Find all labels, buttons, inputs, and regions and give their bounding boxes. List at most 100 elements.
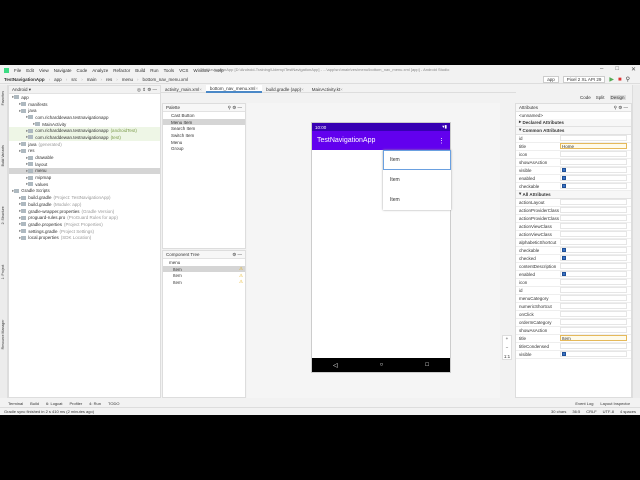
menu-build[interactable]: Build xyxy=(135,68,145,73)
menu-run[interactable]: Run xyxy=(150,68,158,73)
tree-item[interactable]: ▸ mipmap xyxy=(9,174,160,181)
close-tab-icon[interactable]: × xyxy=(340,87,343,92)
tree-item[interactable]: ▸ proguard-rules.pro (ProGuard Rules for … xyxy=(9,214,160,221)
editor-tab[interactable]: bottom_nav_menu.xml × xyxy=(205,85,263,93)
minimize-button[interactable]: – xyxy=(600,66,603,73)
attribute-value-field[interactable] xyxy=(560,255,627,262)
status-eol[interactable]: CRLF xyxy=(586,409,596,414)
attribute-value-field[interactable] xyxy=(560,327,627,334)
warning-icon[interactable]: ⚠ xyxy=(239,266,243,272)
all-attributes-header[interactable]: ▾ All Attributes xyxy=(516,190,631,199)
tree-item[interactable]: ▸ drawable xyxy=(9,154,160,161)
tree-item[interactable]: ▸ MainActivity xyxy=(9,121,160,128)
menu-edit[interactable]: Edit xyxy=(26,68,34,73)
editor-tab[interactable]: activity_main.xml × xyxy=(161,85,206,93)
checkbox[interactable] xyxy=(562,176,566,181)
checkbox[interactable] xyxy=(562,272,566,277)
tree-item[interactable]: ▸ build.gradle (Module: app) xyxy=(9,201,160,208)
tree-item[interactable]: ▸ manifests xyxy=(9,101,160,108)
search-icon[interactable]: ⚲ xyxy=(626,76,630,83)
tree-item[interactable]: ▸ menu xyxy=(9,167,160,175)
attribute-value-field[interactable] xyxy=(560,183,627,190)
project-view-select[interactable]: Android ▾ xyxy=(12,87,31,93)
breadcrumb-item[interactable]: TestNavigationApp xyxy=(4,77,45,82)
view-mode-code[interactable]: Code xyxy=(580,95,591,100)
attribute-value-field[interactable] xyxy=(560,263,627,270)
bottom-tool-build[interactable]: Build xyxy=(30,401,39,406)
checkbox[interactable] xyxy=(562,248,566,253)
menu-code[interactable]: Code xyxy=(76,68,87,73)
tool-window-1-project[interactable]: 1: Project xyxy=(1,265,5,280)
warning-icon[interactable]: ⚠ xyxy=(239,273,243,279)
common-attributes-header[interactable]: ▾ Common Attributes xyxy=(516,126,631,135)
attribute-value-field[interactable] xyxy=(560,287,627,294)
tree-item[interactable]: ▸ local.properties (SDK Location) xyxy=(9,234,160,241)
view-mode-design[interactable]: Design xyxy=(609,95,626,100)
close-tab-icon[interactable]: × xyxy=(255,86,258,91)
breadcrumb-item[interactable]: menu xyxy=(122,77,133,82)
tool-window-2-structure[interactable]: 2: Structure xyxy=(1,207,5,225)
tree-item[interactable]: ▸ com.richarddewan.testnavigationapp xyxy=(9,114,160,121)
device-select[interactable]: Pixel 2 XL API 29 xyxy=(562,76,606,83)
tree-item[interactable]: ▸ app xyxy=(9,94,160,101)
tree-item[interactable]: ▸ com.richarddewan.testnavigationapp (tes… xyxy=(9,134,160,141)
menu-navigate[interactable]: Navigate xyxy=(54,68,72,73)
tree-item[interactable]: ▸ java (generated) xyxy=(9,141,160,148)
attribute-value-field[interactable] xyxy=(560,159,627,166)
attribute-value-field[interactable] xyxy=(560,207,627,214)
close-tab-icon[interactable]: × xyxy=(199,87,202,92)
palette-item[interactable]: Search Item xyxy=(163,125,245,132)
breadcrumb-item[interactable]: bottom_nav_menu.xml xyxy=(142,77,188,82)
breadcrumb-item[interactable]: app xyxy=(54,77,62,82)
checkbox[interactable] xyxy=(562,352,566,357)
menu-item-preview[interactable]: Item xyxy=(383,190,451,210)
menu-view[interactable]: View xyxy=(39,68,49,73)
tool-window-resource-manager[interactable]: Resource Manager xyxy=(1,320,5,350)
bottom-tool-4-run[interactable]: 4: Run xyxy=(89,401,101,406)
attribute-value-field[interactable] xyxy=(560,343,627,350)
view-mode-split[interactable]: Split xyxy=(596,95,605,100)
menu-item-preview[interactable]: Item xyxy=(383,170,451,190)
tree-item[interactable]: ▸ gradle-wrapper.properties (Gradle Versi… xyxy=(9,208,160,215)
component-tree-item[interactable]: Item ⚠ xyxy=(163,272,245,279)
attribute-value-field[interactable] xyxy=(560,303,627,310)
attribute-value-field[interactable] xyxy=(560,231,627,238)
palette-item[interactable]: Cast Button xyxy=(163,112,245,119)
palette-item[interactable]: Menu Item xyxy=(163,118,245,126)
tree-root-menu[interactable]: menu xyxy=(163,259,245,266)
tree-item[interactable]: ▸ build.gradle (Project: TestNavigationAp… xyxy=(9,194,160,201)
status-indent[interactable]: 4 spaces xyxy=(620,409,636,414)
bottom-tool-layout-inspector[interactable]: Layout Inspector xyxy=(600,401,630,406)
bottom-tool-6-logcat[interactable]: 6: Logcat xyxy=(46,401,62,406)
component-tree-item[interactable]: Item ⚠ xyxy=(163,265,245,273)
stop-icon[interactable]: ■ xyxy=(618,77,622,83)
editor-tab[interactable]: build.gradle (app) × xyxy=(262,85,308,93)
tree-item[interactable]: ▸ com.richarddewan.testnavigationapp (and… xyxy=(9,127,160,135)
warning-icon[interactable]: ⚠ xyxy=(239,279,243,285)
bottom-tool-event-log[interactable]: Event Log xyxy=(575,401,593,406)
attribute-value-field[interactable] xyxy=(560,295,627,302)
attribute-value-field[interactable] xyxy=(560,351,627,358)
maximize-button[interactable]: □ xyxy=(615,66,619,73)
menu-analyze[interactable]: Analyze xyxy=(92,68,108,73)
palette-item[interactable]: Switch Item xyxy=(163,132,245,139)
tree-item[interactable]: ▸ java xyxy=(9,107,160,114)
palette-item[interactable]: Menu xyxy=(163,139,245,146)
menu-vcs[interactable]: VCS xyxy=(179,68,188,73)
attribute-value-field[interactable] xyxy=(560,175,627,182)
attribute-value-field[interactable] xyxy=(560,223,627,230)
status-position[interactable]: 36:5 xyxy=(572,409,580,414)
attribute-value-field[interactable] xyxy=(560,239,627,246)
menu-refactor[interactable]: Refactor xyxy=(113,68,130,73)
breadcrumb-item[interactable]: src xyxy=(71,77,77,82)
menu-item-preview[interactable]: Item xyxy=(383,150,451,170)
palette-item[interactable]: Group xyxy=(163,145,245,152)
menu-tools[interactable]: Tools xyxy=(164,68,175,73)
attribute-value-field[interactable]: Home xyxy=(560,143,627,150)
attribute-value-field[interactable] xyxy=(560,215,627,222)
zoom-control[interactable]: + xyxy=(506,336,509,341)
checkbox[interactable] xyxy=(562,184,566,189)
attribute-value-field[interactable] xyxy=(560,279,627,286)
run-config-select[interactable]: app xyxy=(543,76,559,83)
checkbox[interactable] xyxy=(562,256,566,261)
